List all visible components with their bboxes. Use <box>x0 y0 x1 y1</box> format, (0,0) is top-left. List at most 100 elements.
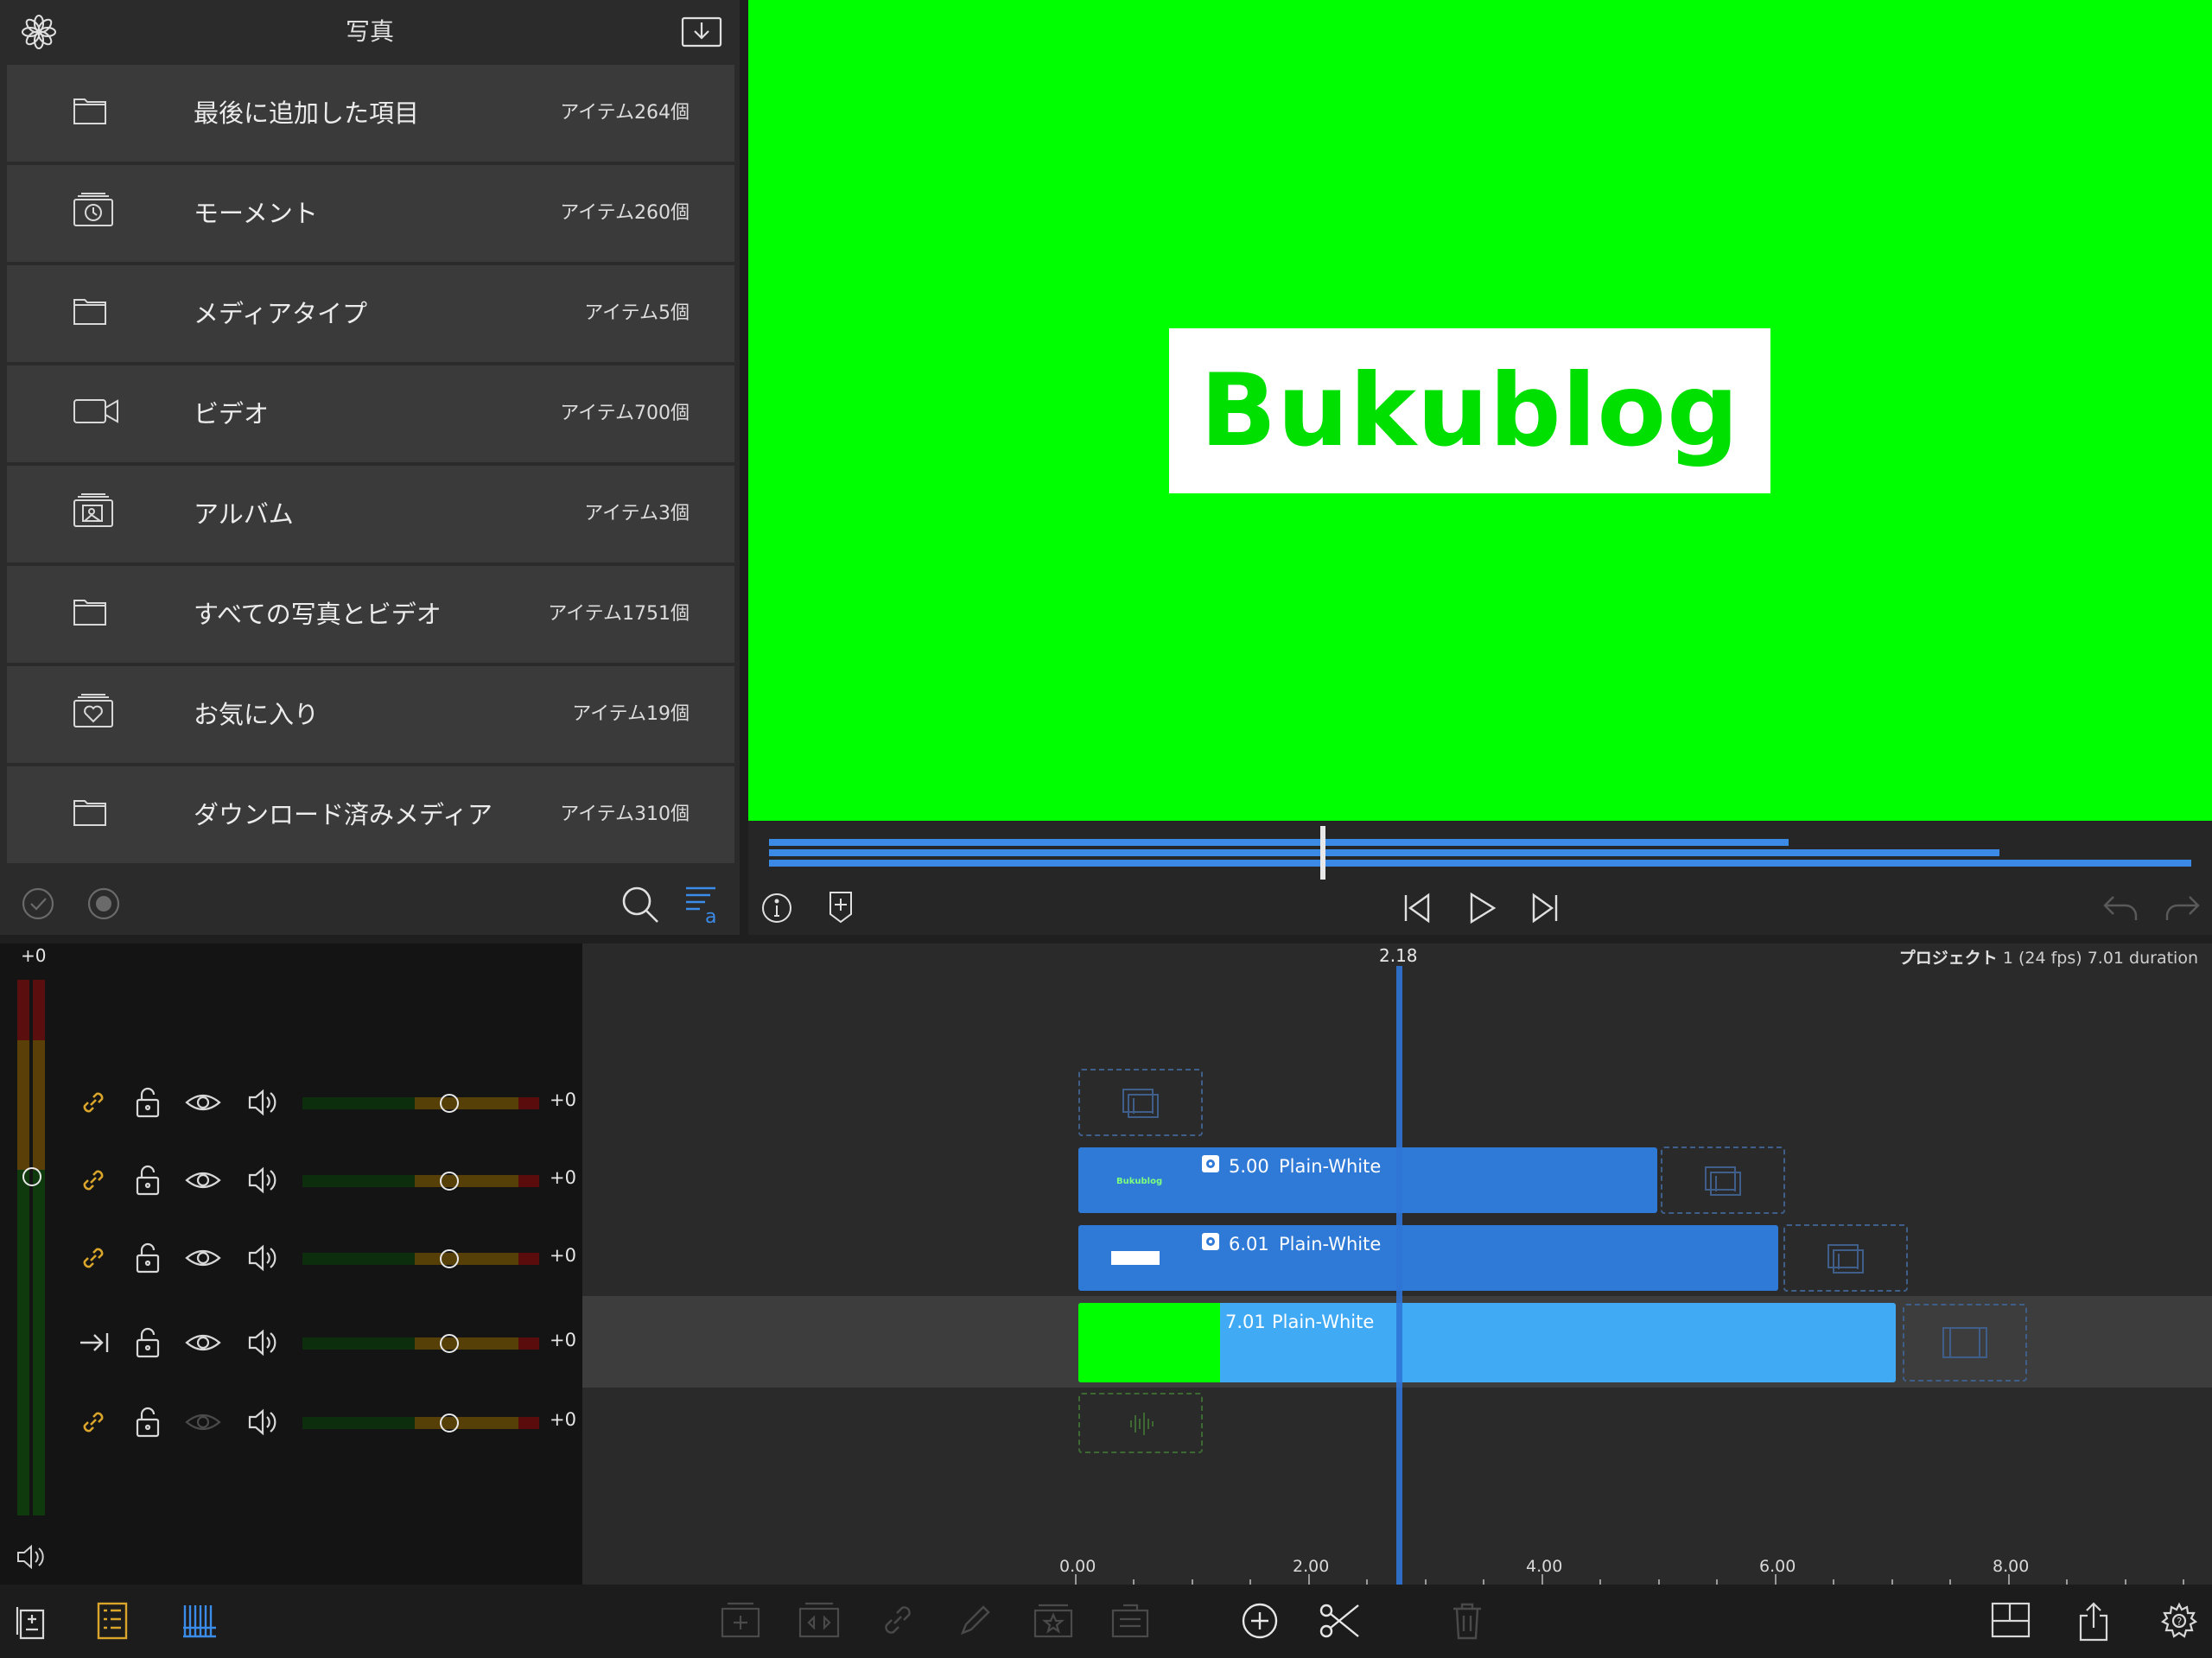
app: 写真 最後に追加した項目 アイテム264個 モーメント アイテム260個 メディ… <box>0 0 2212 1658</box>
skip-back-icon[interactable] <box>1402 892 1433 924</box>
clip-title-badge-icon <box>1201 1154 1220 1173</box>
library-item-label: アルバム <box>194 499 294 529</box>
folder-icon <box>73 92 107 127</box>
project-info: プロジェクト 1 (24 fps) 7.01 duration <box>1899 945 2198 969</box>
settings-icon[interactable]: ? <box>2160 1602 2198 1640</box>
clip-name: Plain-White <box>1279 1156 1382 1177</box>
track-list-icon[interactable] <box>97 1602 128 1640</box>
lock-open-icon[interactable] <box>135 1407 161 1438</box>
sort-icon[interactable]: a <box>684 885 722 924</box>
track-volume-slider[interactable] <box>302 1412 539 1434</box>
library-item-label: モーメント <box>194 199 318 228</box>
speaker-icon[interactable] <box>247 1327 278 1358</box>
speaker-icon[interactable] <box>247 1087 278 1118</box>
share-icon[interactable] <box>2077 1602 2110 1642</box>
overwrite-clip-icon[interactable] <box>798 1602 840 1638</box>
link-icon[interactable] <box>78 1087 109 1118</box>
eye-icon[interactable] <box>185 1087 221 1118</box>
select-check-icon[interactable] <box>21 886 55 921</box>
skip-forward-icon[interactable] <box>1529 892 1560 924</box>
arrow-right-bar-icon[interactable] <box>78 1327 111 1358</box>
library-item-downloaded-media[interactable]: ダウンロード済みメディア アイテム310個 <box>7 766 734 863</box>
library-item-count: アイテム19個 <box>572 703 690 725</box>
library-item-moments[interactable]: モーメント アイテム260個 <box>7 165 734 262</box>
empty-audio-slot[interactable] <box>1078 1393 1203 1453</box>
undo-icon[interactable] <box>2101 893 2139 923</box>
track-controls-row: +0 <box>69 1396 582 1448</box>
timeline-clip[interactable]: 6.01 Plain-White <box>1078 1225 1778 1291</box>
import-icon[interactable] <box>681 16 722 48</box>
insert-clip-icon[interactable] <box>721 1602 760 1638</box>
viewer-panel: Bukublog <box>748 0 2212 935</box>
scrub-handle[interactable] <box>1320 826 1325 880</box>
link-clip-icon[interactable] <box>880 1602 916 1638</box>
empty-clip-slot[interactable] <box>1661 1147 1785 1214</box>
search-icon[interactable] <box>620 885 660 924</box>
album-icon <box>73 493 114 528</box>
eye-icon[interactable] <box>185 1327 221 1358</box>
layout-icon[interactable] <box>1991 1602 2031 1638</box>
play-icon[interactable] <box>1467 892 1497 924</box>
track-controls-row: +0 <box>69 1232 582 1284</box>
timeline-clip[interactable]: Bukublog 5.00 Plain-White <box>1078 1147 1657 1213</box>
speaker-icon[interactable] <box>247 1165 278 1196</box>
library-item-media-types[interactable]: メディアタイプ アイテム5個 <box>7 265 734 362</box>
edit-pencil-icon[interactable] <box>957 1602 992 1638</box>
add-marker-icon[interactable] <box>828 890 854 924</box>
empty-clip-slot[interactable] <box>1783 1224 1908 1292</box>
empty-clip-slot[interactable] <box>1903 1304 2027 1382</box>
record-icon[interactable] <box>86 886 121 921</box>
primary-timeline-clip[interactable]: 7.01 Plain-White <box>1078 1303 1896 1382</box>
svg-text:a: a <box>705 906 716 924</box>
track-volume-slider[interactable] <box>302 1332 539 1355</box>
track-volume-slider[interactable] <box>302 1092 539 1115</box>
link-icon[interactable] <box>78 1165 109 1196</box>
viewer-controls <box>748 881 2212 935</box>
track-level-value: +0 <box>550 1330 576 1350</box>
scrubber[interactable] <box>748 821 2212 881</box>
eye-icon[interactable] <box>185 1242 221 1274</box>
lock-open-icon[interactable] <box>135 1242 161 1274</box>
library-title: 写真 <box>345 17 394 46</box>
eye-icon[interactable] <box>185 1165 221 1196</box>
folder-icon <box>73 794 107 829</box>
speaker-icon[interactable] <box>247 1242 278 1274</box>
clip-duration: 5.00 <box>1229 1156 1269 1177</box>
scrub-track-bar <box>769 849 1999 856</box>
library-item-albums[interactable]: アルバム アイテム3個 <box>7 466 734 562</box>
track-volume-slider[interactable] <box>302 1170 539 1192</box>
bottom-toolbar: ? <box>0 1585 2212 1658</box>
library-item-all-photos-videos[interactable]: すべての写真とビデオ アイテム1751個 <box>7 566 734 663</box>
clip-name: Plain-White <box>1272 1312 1375 1332</box>
track-controls-row: +0 <box>69 1077 582 1128</box>
audio-mixer-icon[interactable] <box>181 1602 218 1640</box>
track-controls-row: +0 <box>69 1154 582 1206</box>
track-volume-slider[interactable] <box>302 1248 539 1270</box>
lock-open-icon[interactable] <box>135 1165 161 1196</box>
favorite-clip-icon[interactable] <box>1033 1602 1073 1638</box>
project-meta: 1 (24 fps) 7.01 duration <box>2002 949 2198 968</box>
delete-icon[interactable] <box>1452 1602 1483 1640</box>
redo-icon[interactable] <box>2164 893 2202 923</box>
info-icon[interactable] <box>760 892 793 924</box>
library-item-recently-added[interactable]: 最後に追加した項目 アイテム264個 <box>7 65 734 162</box>
clipboard-icon[interactable] <box>1111 1602 1149 1638</box>
library-item-favorites[interactable]: お気に入り アイテム19個 <box>7 666 734 763</box>
library-item-label: お気に入り <box>194 700 320 729</box>
playhead[interactable] <box>1396 966 1402 1586</box>
new-project-icon[interactable] <box>16 1602 48 1640</box>
lock-open-icon[interactable] <box>135 1087 161 1118</box>
speaker-icon[interactable] <box>247 1407 278 1438</box>
lock-open-icon[interactable] <box>135 1327 161 1358</box>
folder-icon <box>73 293 107 327</box>
add-icon[interactable] <box>1241 1602 1279 1640</box>
master-speaker-icon[interactable] <box>16 1543 47 1571</box>
master-volume-meter[interactable] <box>17 980 47 1515</box>
library-item-videos[interactable]: ビデオ アイテム700個 <box>7 365 734 462</box>
link-icon[interactable] <box>78 1407 109 1438</box>
eye-icon[interactable] <box>185 1407 221 1438</box>
scissors-icon[interactable] <box>1319 1602 1360 1640</box>
empty-clip-slot[interactable] <box>1078 1069 1203 1136</box>
link-icon[interactable] <box>78 1242 109 1274</box>
video-preview[interactable]: Bukublog <box>748 0 2212 821</box>
